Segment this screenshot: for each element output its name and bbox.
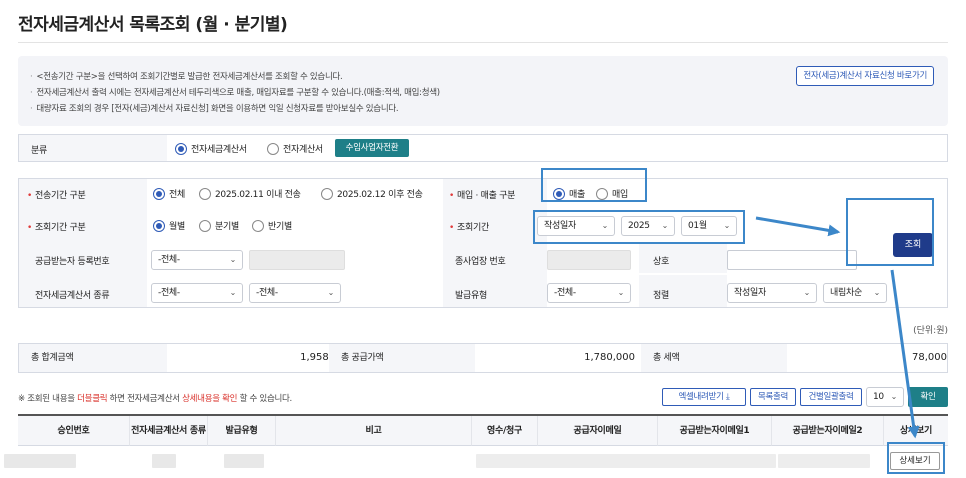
chevron-down-icon: ⌄ — [723, 221, 731, 230]
col-buyer-email-2: 공급받는자이메일2 — [772, 416, 884, 446]
chevron-down-icon: ⌄ — [803, 288, 811, 297]
col-receipt-claim: 영수/청구 — [472, 416, 538, 446]
issue-type-select[interactable]: -전체- ⌄ — [547, 283, 631, 303]
result-table: 승인번호 전자세금계산서 종류 발급유형 비고 영수/청구 공급자이메일 공급받… — [4, 414, 948, 478]
batch-print-button[interactable]: 건별일괄출력 — [800, 388, 862, 406]
excel-download-button[interactable]: 엑셀내려받기 ⤓ — [662, 388, 746, 406]
col-approval-no: 승인번호 — [18, 416, 130, 446]
sub-business-no-label: 종사업장 번호 — [455, 257, 506, 267]
supply-amount-label: 총 공급가액 — [329, 344, 475, 372]
chevron-down-icon: ⌄ — [327, 288, 335, 297]
page-size-select[interactable]: 10 ⌄ — [866, 387, 904, 407]
radio-empty-icon — [321, 187, 333, 200]
sort-label: 정렬 — [653, 291, 669, 301]
print-list-button[interactable]: 목록출력 — [750, 388, 796, 406]
table-row — [4, 454, 76, 468]
category-box: 분류 전자세금계산서 전자계산서 수임사업자전환 — [18, 134, 948, 162]
summary-box: 총 합계금액 1,958,000 총 공급가액 1,780,000 총 세액 7… — [18, 343, 948, 373]
radio-empty-icon — [267, 142, 279, 155]
col-remarks: 비고 — [276, 416, 472, 446]
month-select[interactable]: 01월 ⌄ — [681, 216, 737, 236]
download-icon: ⤓ — [726, 392, 730, 402]
unit-text: (단위:원) — [913, 326, 948, 336]
col-buyer-email-1: 공급받는자이메일1 — [658, 416, 772, 446]
radio-monthly[interactable]: 월별 — [153, 219, 185, 232]
trade-name-label: 상호 — [653, 257, 669, 267]
radio-selected-icon — [553, 187, 565, 200]
notice-box: <전송기간 구분>을 선택하여 조회기간별로 발급한 전자세금계산서를 조회할 … — [18, 56, 948, 126]
col-invoice-kind: 전자세금계산서 종류 — [130, 416, 208, 446]
chevron-down-icon: ⌄ — [873, 288, 881, 297]
period-label: 조회기간 — [449, 220, 489, 233]
radio-empty-icon — [199, 187, 211, 200]
radio-e-tax-invoice[interactable]: 전자세금계산서 — [175, 142, 247, 155]
search-button[interactable]: 조회 — [893, 233, 933, 257]
chevron-down-icon: ⌄ — [229, 255, 237, 264]
purchase-sales-label: 매입 · 매출 구분 — [449, 188, 515, 201]
category-label: 분류 — [31, 146, 47, 156]
radio-transmit-all[interactable]: 전체 — [153, 187, 185, 200]
radio-empty-icon — [199, 219, 211, 232]
buyer-reg-no-label: 공급받는자 등록번호 — [35, 257, 110, 267]
col-detail: 상세보기 — [884, 416, 948, 446]
radio-empty-icon — [596, 187, 608, 200]
year-select[interactable]: 2025 ⌄ — [621, 216, 675, 236]
col-issue-type: 발급유형 — [208, 416, 276, 446]
trade-name-input[interactable] — [727, 250, 857, 270]
col-supplier-email: 공급자이메일 — [538, 416, 658, 446]
radio-quarterly[interactable]: 분기별 — [199, 219, 239, 232]
radio-selected-icon — [153, 219, 165, 232]
chevron-down-icon: ⌄ — [661, 221, 669, 230]
data-request-link-button[interactable]: 전자(세금)계산서 자료신청 바로가기 — [796, 66, 934, 86]
period-type-label: 조회기간 구분 — [27, 220, 86, 233]
invoice-kind-select-1[interactable]: -전체- ⌄ — [151, 283, 243, 303]
tax-amount-value: 78,000 — [912, 352, 947, 363]
confirm-button[interactable]: 확인 — [908, 387, 948, 407]
switch-business-button[interactable]: 수임사업자전환 — [335, 139, 409, 157]
sub-business-no-input — [547, 250, 631, 270]
radio-selected-icon — [153, 187, 165, 200]
radio-e-invoice[interactable]: 전자계산서 — [267, 142, 323, 155]
notice-list: <전송기간 구분>을 선택하여 조회기간별로 발급한 전자세금계산서를 조회할 … — [30, 69, 440, 117]
transmit-period-label: 전송기간 구분 — [27, 188, 86, 201]
radio-half-yearly[interactable]: 반기별 — [252, 219, 292, 232]
page-title: 전자세금계산서 목록조회 (월 · 분기별) — [18, 15, 288, 35]
total-amount-label: 총 합계금액 — [19, 344, 167, 372]
radio-empty-icon — [252, 219, 264, 232]
title-divider — [18, 42, 948, 43]
date-basis-select[interactable]: 작성일자 ⌄ — [537, 216, 615, 236]
sort-order-select[interactable]: 내림차순 ⌄ — [823, 283, 887, 303]
filter-box: 전송기간 구분 전체 2025.02.11 이내 전송 2025.02.12 이… — [18, 178, 948, 308]
buyer-reg-no-input — [249, 250, 345, 270]
radio-transmit-after[interactable]: 2025.02.12 이후 전송 — [321, 187, 423, 200]
table-note: ※ 조회된 내용을 더블클릭 하면 전자세금계산서 상세내용을 확인 할 수 있… — [18, 394, 292, 404]
issue-type-label: 발급유형 — [455, 291, 487, 301]
sort-field-select[interactable]: 작성일자 ⌄ — [727, 283, 817, 303]
invoice-kind-label: 전자세금계산서 종류 — [35, 291, 110, 301]
chevron-down-icon: ⌄ — [617, 288, 625, 297]
invoice-kind-select-2[interactable]: -전체- ⌄ — [249, 283, 341, 303]
total-amount-value: 1,958,000 — [300, 352, 351, 363]
notice-line: 전자세금계산서 출력 시에는 전자세금계산서 테두리색으로 매출, 매입자료를 … — [30, 85, 440, 101]
chevron-down-icon: ⌄ — [601, 221, 609, 230]
row-detail-button[interactable]: 상세보기 — [890, 452, 940, 470]
notice-line: 대량자료 조회의 경우 [전자(세금)계산서 자료신청] 화면을 이용하면 익일… — [30, 101, 440, 117]
chevron-down-icon: ⌄ — [229, 288, 237, 297]
radio-purchase[interactable]: 매입 — [596, 187, 628, 200]
supply-amount-value: 1,780,000 — [584, 352, 635, 363]
notice-line: <전송기간 구분>을 선택하여 조회기간별로 발급한 전자세금계산서를 조회할 … — [30, 69, 440, 85]
radio-sales[interactable]: 매출 — [553, 187, 585, 200]
buyer-reg-no-select[interactable]: -전체- ⌄ — [151, 250, 243, 270]
radio-transmit-before[interactable]: 2025.02.11 이내 전송 — [199, 187, 301, 200]
radio-selected-icon — [175, 142, 187, 155]
chevron-down-icon: ⌄ — [890, 392, 898, 401]
tax-amount-label: 총 세액 — [641, 344, 787, 372]
